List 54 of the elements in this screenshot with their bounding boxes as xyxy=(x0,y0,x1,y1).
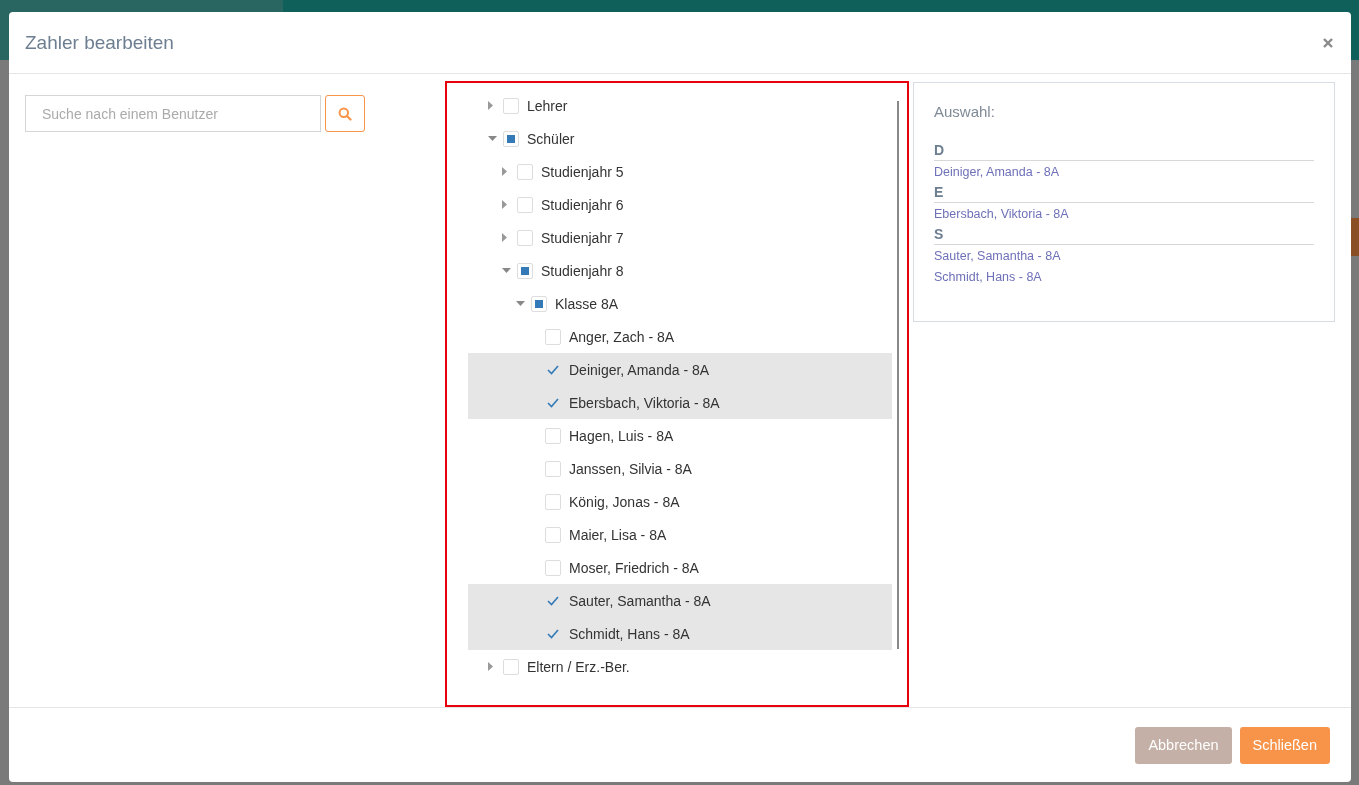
letter-heading: E xyxy=(934,184,1314,203)
tree-item-label[interactable]: Moser, Friedrich - 8A xyxy=(569,559,699,576)
caret-down-icon[interactable] xyxy=(516,301,525,306)
checkbox[interactable] xyxy=(503,658,519,675)
checkbox[interactable] xyxy=(517,229,533,246)
search-button[interactable] xyxy=(325,95,365,132)
tree-item-label[interactable]: Schüler xyxy=(527,130,575,147)
selected-user-link[interactable]: Ebersbach, Viktoria - 8A xyxy=(934,207,1069,221)
selected-user-link[interactable]: Schmidt, Hans - 8A xyxy=(934,270,1042,284)
tree-item-label[interactable]: Studienjahr 5 xyxy=(541,163,624,180)
dialog-title: Zahler bearbeiten xyxy=(25,31,174,54)
tree-item-label[interactable]: Studienjahr 8 xyxy=(541,262,624,279)
scrollbar[interactable] xyxy=(897,101,899,649)
tree-item-label[interactable]: Studienjahr 6 xyxy=(541,196,624,213)
tree-item-label[interactable]: König, Jonas - 8A xyxy=(569,493,680,510)
checkbox[interactable] xyxy=(545,559,561,576)
checkbox[interactable] xyxy=(517,262,533,279)
checkbox[interactable] xyxy=(545,526,561,543)
caret-right-icon[interactable] xyxy=(502,233,507,242)
selection-title: Auswahl: xyxy=(934,103,996,120)
tree-item-label[interactable]: Klasse 8A xyxy=(555,295,619,312)
checkbox[interactable] xyxy=(545,493,561,510)
caret-down-icon[interactable] xyxy=(502,268,511,273)
caret-right-icon[interactable] xyxy=(488,101,493,110)
caret-down-icon[interactable] xyxy=(488,136,497,141)
checkbox[interactable] xyxy=(503,97,519,114)
tree-item-label[interactable]: Eltern / Erz.-Ber. xyxy=(527,658,630,675)
search-icon xyxy=(338,106,352,121)
checkbox[interactable] xyxy=(545,460,561,477)
tree-item-label[interactable]: Schmidt, Hans - 8A xyxy=(569,625,690,642)
close-icon[interactable] xyxy=(1322,36,1334,49)
checkbox[interactable] xyxy=(517,196,533,213)
checkbox[interactable] xyxy=(517,163,533,180)
checkbox[interactable] xyxy=(531,295,547,312)
tree-item-label[interactable]: Janssen, Silvia - 8A xyxy=(569,460,692,477)
checkbox[interactable] xyxy=(545,427,561,444)
tree-item-label[interactable]: Anger, Zach - 8A xyxy=(569,328,675,345)
caret-right-icon[interactable] xyxy=(502,200,507,209)
checkbox[interactable] xyxy=(545,328,561,345)
tree-item-label[interactable]: Sauter, Samantha - 8A xyxy=(569,592,711,609)
selected-user-link[interactable]: Sauter, Samantha - 8A xyxy=(934,249,1061,263)
letter-heading: S xyxy=(934,226,1314,245)
search-field[interactable]: Suche nach einem Benutzer xyxy=(25,95,321,132)
caret-right-icon[interactable] xyxy=(488,662,493,671)
tree-item-label[interactable]: Lehrer xyxy=(527,97,568,114)
caret-right-icon[interactable] xyxy=(502,167,507,176)
tree-item-label[interactable]: Ebersbach, Viktoria - 8A xyxy=(569,394,720,411)
tree-item-label[interactable]: Studienjahr 7 xyxy=(541,229,624,246)
letter-heading: D xyxy=(934,142,1314,161)
tree-item-label[interactable]: Deiniger, Amanda - 8A xyxy=(569,361,710,378)
selected-user-link[interactable]: Deiniger, Amanda - 8A xyxy=(934,165,1060,179)
tree-item-label[interactable]: Hagen, Luis - 8A xyxy=(569,427,674,444)
checkbox[interactable] xyxy=(503,130,519,147)
tree-item-label[interactable]: Maier, Lisa - 8A xyxy=(569,526,667,543)
